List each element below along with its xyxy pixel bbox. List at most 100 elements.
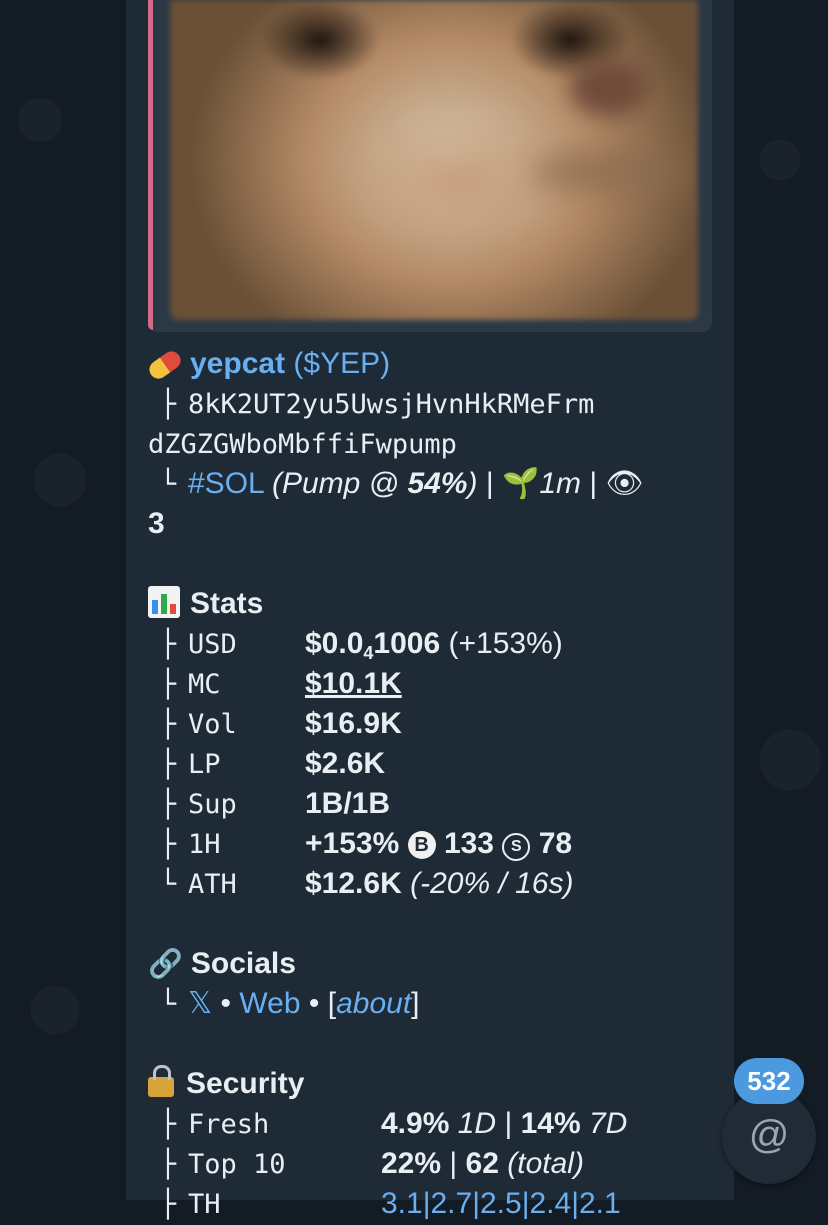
image-nose-blur bbox=[570, 60, 648, 116]
tree-branch-glyph: ├ bbox=[159, 389, 177, 420]
at-icon: @ bbox=[748, 1113, 790, 1157]
token-name-link[interactable]: yepcat bbox=[190, 347, 285, 380]
top10-percent: 22% bbox=[381, 1147, 442, 1180]
stat-row-vol: ├ Vol $16.9K bbox=[148, 704, 708, 744]
volume-value: $16.9K bbox=[305, 707, 402, 740]
seedling-icon: 🌱 bbox=[501, 467, 540, 500]
tree-branch-glyph: ├ bbox=[159, 1189, 177, 1220]
about-link[interactable]: about bbox=[336, 987, 411, 1020]
sells-icon: S bbox=[502, 833, 531, 861]
token-ticker-link[interactable]: ($YEP) bbox=[293, 347, 390, 380]
token-image[interactable] bbox=[170, 0, 698, 320]
sells-count: 78 bbox=[538, 827, 573, 860]
image-mouth-blur bbox=[530, 150, 690, 194]
fresh-values: 4.9% 1D | 14% 7D bbox=[381, 1104, 627, 1144]
stat-row-lp: ├ LP $2.6K bbox=[148, 744, 708, 784]
supply-value: 1B/1B bbox=[305, 787, 391, 820]
price-value-rest: 1006 bbox=[373, 627, 441, 660]
security-row-th: ├ TH 3.1|2.7|2.5|2.4|2.1 bbox=[148, 1184, 708, 1224]
security-key: Fresh bbox=[188, 1109, 270, 1140]
stat-key: Sup bbox=[188, 789, 237, 820]
contract-address-part1[interactable]: 8kK2UT2yu5UwsjHvnHkRMeFrm bbox=[188, 389, 594, 420]
one-hour-stats: +153% B 133 S 78 bbox=[305, 824, 572, 864]
separator: | bbox=[449, 1147, 458, 1180]
buys-icon: B bbox=[407, 831, 436, 859]
bracket-close: ] bbox=[411, 987, 420, 1020]
token-age: 1m bbox=[539, 467, 582, 500]
stat-key: USD bbox=[188, 629, 237, 660]
security-heading: Security bbox=[148, 1064, 708, 1104]
address-line-1: ├ 8kK2UT2yu5UwsjHvnHkRMeFrm bbox=[148, 384, 708, 424]
top10-values: 22% | 62 (total) bbox=[381, 1144, 584, 1184]
unread-count-badge[interactable]: 532 bbox=[734, 1058, 804, 1104]
eye-icon: 👁 bbox=[605, 467, 644, 500]
fresh-7d-label: 7D bbox=[588, 1107, 628, 1140]
pump-status-label: (Pump @ bbox=[271, 467, 408, 500]
stat-row-ath: └ ATH $12.6K (-20% / 16s) bbox=[148, 864, 708, 904]
liquidity-value: $2.6K bbox=[305, 747, 386, 780]
x-link[interactable]: 𝕏 bbox=[188, 987, 212, 1020]
mention-button[interactable]: @ bbox=[722, 1090, 816, 1184]
market-cap-link[interactable]: $10.1K bbox=[305, 664, 402, 704]
message-text: yepcat ($YEP) ├ 8kK2UT2yu5UwsjHvnHkRMeFrm… bbox=[145, 344, 708, 1224]
link-icon: 🔗 bbox=[148, 948, 183, 979]
bracket-open: [ bbox=[327, 987, 337, 1020]
top-holders-links[interactable]: 3.1|2.7|2.5|2.4|2.1 bbox=[381, 1184, 621, 1224]
tree-end-glyph: └ bbox=[159, 989, 177, 1020]
address-line-2: dZGZGWboMbffiFwpump bbox=[148, 424, 708, 464]
tree-end-glyph: └ bbox=[159, 869, 177, 900]
security-row-fresh: ├ Fresh 4.9% 1D | 14% 7D bbox=[148, 1104, 708, 1144]
tree-branch-glyph: ├ bbox=[159, 669, 177, 700]
fresh-1d-label: 1D bbox=[457, 1107, 497, 1140]
socials-heading-label: Socials bbox=[190, 947, 296, 980]
tree-branch-glyph: ├ bbox=[159, 1149, 177, 1180]
tree-branch-glyph: ├ bbox=[159, 1109, 177, 1140]
tree-end-glyph: └ bbox=[159, 469, 177, 500]
fresh-1d-value: 4.9% bbox=[381, 1107, 450, 1140]
stat-key: LP bbox=[188, 749, 221, 780]
separator: | bbox=[485, 467, 494, 500]
stat-key: MC bbox=[188, 669, 221, 700]
web-link[interactable]: Web bbox=[239, 987, 300, 1020]
chain-hashtag-link[interactable]: #SOL bbox=[188, 467, 264, 500]
socials-heading: 🔗 Socials bbox=[148, 944, 708, 984]
stat-row-sup: ├ Sup 1B/1B bbox=[148, 784, 708, 824]
socials-row: └ 𝕏 • Web • [about] bbox=[148, 984, 708, 1024]
one-hour-change: +153% bbox=[305, 827, 400, 860]
pill-icon bbox=[145, 347, 185, 383]
ath-value: $12.6K (-20% / 16s) bbox=[305, 864, 573, 904]
holders-total: 62 bbox=[465, 1147, 499, 1180]
dot-separator: • bbox=[220, 987, 232, 1020]
token-title-line: yepcat ($YEP) bbox=[145, 344, 708, 384]
fresh-7d-value: 14% bbox=[520, 1107, 581, 1140]
watchers-count: 3 bbox=[148, 507, 165, 540]
stat-key: 1H bbox=[188, 829, 221, 860]
stat-row-mc: ├ MC $10.1K bbox=[148, 664, 708, 704]
pump-percent: 54% bbox=[407, 467, 468, 500]
stat-key: Vol bbox=[188, 709, 237, 740]
separator: | bbox=[589, 467, 598, 500]
pump-status-close: ) bbox=[467, 467, 478, 500]
tree-branch-glyph: ├ bbox=[159, 629, 177, 660]
media-accent-bar bbox=[148, 0, 153, 330]
tree-branch-glyph: ├ bbox=[159, 829, 177, 860]
stat-key: ATH bbox=[188, 869, 237, 900]
stats-heading: Stats bbox=[148, 584, 708, 624]
price-value-prefix: $0.0 bbox=[305, 627, 364, 660]
dot-separator: • bbox=[308, 987, 320, 1020]
stat-row-1h: ├ 1H +153% B 133 S 78 bbox=[148, 824, 708, 864]
contract-address-part2[interactable]: dZGZGWboMbffiFwpump bbox=[148, 429, 457, 460]
security-key: Top 10 bbox=[188, 1149, 286, 1180]
pump-status-text: (Pump @ 54%) bbox=[272, 467, 478, 500]
price-change: (+153%) bbox=[448, 627, 563, 660]
holders-total-label: (total) bbox=[507, 1147, 584, 1180]
security-heading-label: Security bbox=[186, 1067, 305, 1100]
ath-change: (-20% / 16s) bbox=[410, 867, 574, 900]
buys-count: 133 bbox=[443, 827, 494, 860]
security-key: TH bbox=[188, 1189, 221, 1220]
tree-branch-glyph: ├ bbox=[159, 709, 177, 740]
security-row-top10: ├ Top 10 22% | 62 (total) bbox=[148, 1144, 708, 1184]
tree-branch-glyph: ├ bbox=[159, 749, 177, 780]
